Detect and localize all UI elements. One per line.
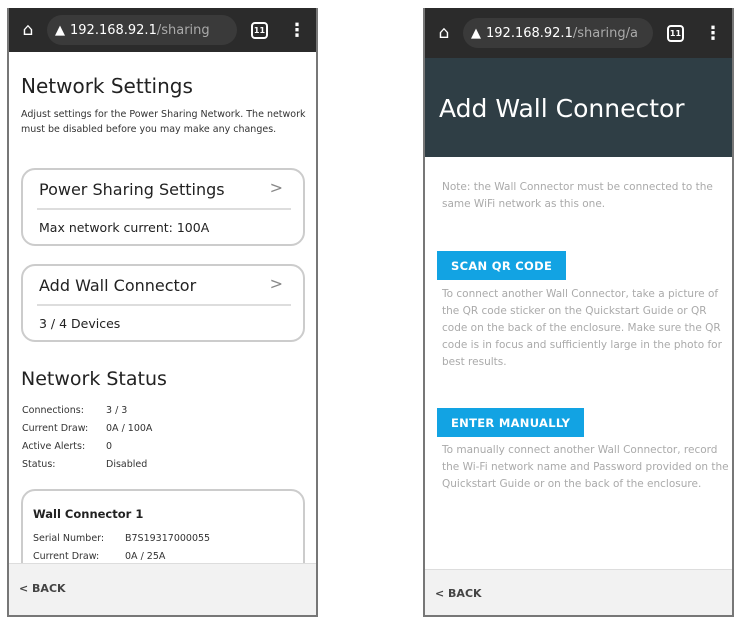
more-menu-icon[interactable]: ⋮ xyxy=(288,20,306,41)
card-subtitle: Max network current: 100A xyxy=(39,220,210,235)
manual-instructions: To manually connect another Wall Connect… xyxy=(442,444,729,490)
home-icon[interactable]: ⌂ xyxy=(17,20,39,40)
power-sharing-settings-card[interactable]: Power Sharing Settings > Max network cur… xyxy=(21,168,305,246)
scan-instructions: To connect another Wall Connector, take … xyxy=(442,288,722,368)
right-screen: ⌂ ▲ 192.168.92.1/sharing/a 11 ⋮ Add Wall… xyxy=(423,8,734,617)
enter-manually-button[interactable]: ENTER MANUALLY xyxy=(437,408,585,437)
left-screen: ⌂ ▲ 192.168.92.1/sharing 11 ⋮ Network Se… xyxy=(7,8,318,617)
connector-row: Serial Number: B7S19317000055 xyxy=(33,533,211,544)
card-title: Add Wall Connector xyxy=(39,276,197,295)
divider xyxy=(37,304,291,306)
add-wall-connector-card[interactable]: Add Wall Connector > 3 / 4 Devices xyxy=(21,264,305,342)
url-host: 192.168.92.1 xyxy=(486,25,573,41)
connector-title: Wall Connector 1 xyxy=(33,507,144,521)
chevron-right-icon: > xyxy=(269,274,283,293)
page-title: Add Wall Connector xyxy=(439,94,685,123)
connector-row: Current Draw: 0A / 25A xyxy=(33,551,166,562)
scan-qr-code-button[interactable]: SCAN QR CODE xyxy=(437,251,567,280)
footer-bar: < BACK xyxy=(425,569,732,615)
status-row: Status: Disabled xyxy=(22,459,148,470)
url-host: 192.168.92.1 xyxy=(70,22,157,38)
card-subtitle: 3 / 4 Devices xyxy=(39,316,121,331)
page-header: Add Wall Connector xyxy=(425,58,732,157)
tabs-button[interactable]: 11 xyxy=(251,21,268,39)
network-status-title: Network Status xyxy=(21,368,167,390)
address-bar[interactable]: ▲ 192.168.92.1/sharing/a xyxy=(463,18,653,48)
tabs-button[interactable]: 11 xyxy=(667,24,684,42)
footer-bar: < BACK xyxy=(9,563,316,615)
warning-icon: ▲ xyxy=(55,22,65,38)
card-title: Power Sharing Settings xyxy=(39,180,225,199)
more-menu-icon[interactable]: ⋮ xyxy=(704,23,722,44)
page-title: Network Settings xyxy=(21,74,193,98)
back-button[interactable]: < BACK xyxy=(19,582,66,595)
chevron-right-icon: > xyxy=(269,178,283,197)
divider xyxy=(37,208,291,210)
browser-toolbar: ⌂ ▲ 192.168.92.1/sharing 11 ⋮ xyxy=(9,8,316,52)
page-description: Adjust settings for the Power Sharing Ne… xyxy=(21,109,306,135)
url-path: /sharing xyxy=(156,22,210,38)
address-bar[interactable]: ▲ 192.168.92.1/sharing xyxy=(47,15,237,45)
url-path: /sharing/a xyxy=(572,25,638,41)
back-button[interactable]: < BACK xyxy=(435,587,482,600)
browser-toolbar: ⌂ ▲ 192.168.92.1/sharing/a 11 ⋮ xyxy=(425,8,732,58)
home-icon[interactable]: ⌂ xyxy=(433,23,455,43)
status-row: Connections: 3 / 3 xyxy=(22,405,128,416)
status-row: Active Alerts: 0 xyxy=(22,441,113,452)
note-text: Note: the Wall Connector must be connect… xyxy=(442,181,713,210)
warning-icon: ▲ xyxy=(471,25,481,41)
status-row: Current Draw: 0A / 100A xyxy=(22,423,153,434)
